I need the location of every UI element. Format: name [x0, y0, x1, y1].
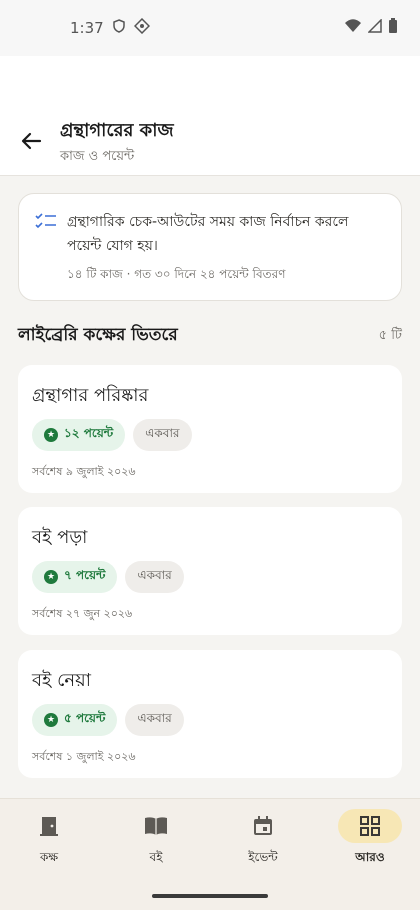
- frequency-chip: একবার: [125, 704, 184, 736]
- arrow-back-icon: [21, 132, 42, 150]
- checklist-icon: [35, 212, 57, 234]
- task-card[interactable]: বই নেয়া ★ ৫ পয়েন্ট একবার সর্বশেষ ১ জুল…: [18, 650, 402, 778]
- section-count: ৫ টি: [378, 328, 402, 343]
- door-icon: [40, 817, 58, 836]
- diamond-icon: [133, 17, 150, 38]
- frequency-chip: একবার: [133, 419, 192, 451]
- signal-icon: [367, 18, 382, 37]
- nav-label: কক্ষ: [39, 850, 59, 864]
- task-title: বই নেয়া: [32, 670, 91, 691]
- info-meta: ১৪ টি কাজ · গত ৩০ দিনে ২৪ পয়েন্ট বিতরণ: [67, 267, 286, 281]
- info-card: গ্রন্থাগারিক চেক-আউটের সময় কাজ নির্বাচন…: [18, 193, 402, 301]
- star-icon: ★: [44, 428, 58, 442]
- back-button[interactable]: [14, 124, 48, 158]
- nav-item-rooms[interactable]: কক্ষ: [6, 809, 92, 873]
- star-icon: ★: [44, 570, 58, 584]
- page-title: গ্রন্থাগারের কাজ: [60, 120, 174, 141]
- points-chip: ★ ৫ পয়েন্ট: [32, 704, 118, 736]
- task-title: গ্রন্থাগার পরিষ্কার: [32, 385, 149, 406]
- last-done-date: সর্বশেষ ৯ জুলাই ২০২৬: [32, 465, 136, 478]
- points-label: ১২ পয়েন্ট: [64, 426, 114, 440]
- task-card[interactable]: বই পড়া ★ ৭ পয়েন্ট একবার সর্বশেষ ২৭ জুন…: [18, 507, 402, 635]
- shield-icon: [112, 19, 126, 37]
- calendar-icon: [254, 816, 272, 835]
- app-header: গ্রন্থাগারের কাজ কাজ ও পয়েন্ট: [0, 56, 420, 176]
- book-icon: [145, 817, 167, 835]
- section-title: লাইব্রেরি কক্ষের ভিতরে: [18, 325, 178, 345]
- wifi-icon: [344, 19, 362, 37]
- points-chip: ★ ৭ পয়েন্ট: [32, 561, 118, 593]
- frequency-chip: একবার: [125, 561, 184, 593]
- info-text: গ্রন্থাগারিক চেক-আউটের সময় কাজ নির্বাচন…: [67, 214, 349, 254]
- last-done-date: সর্বশেষ ২৭ জুন ২০২৬: [32, 607, 133, 620]
- status-time: 1:37: [70, 19, 104, 37]
- star-icon: ★: [44, 713, 58, 727]
- grid-icon: [360, 816, 380, 836]
- battery-icon: [388, 18, 398, 38]
- nav-label: বই: [149, 850, 163, 864]
- points-chip: ★ ১২ পয়েন্ট: [32, 419, 126, 451]
- nav-item-books[interactable]: বই: [113, 809, 199, 873]
- nav-label: ইভেন্ট: [248, 850, 278, 864]
- task-card[interactable]: গ্রন্থাগার পরিষ্কার ★ ১২ পয়েন্ট একবার স…: [18, 365, 402, 493]
- task-title: বই পড়া: [32, 527, 88, 548]
- points-label: ৫ পয়েন্ট: [64, 711, 106, 725]
- home-indicator[interactable]: [152, 894, 268, 898]
- nav-item-more[interactable]: আরও: [327, 809, 413, 873]
- nav-label: আরও: [355, 850, 385, 864]
- page-subtitle: কাজ ও পয়েন্ট: [60, 149, 135, 164]
- nav-item-events[interactable]: ইভেন্ট: [220, 809, 306, 873]
- last-done-date: সর্বশেষ ১ জুলাই ২০২৬: [32, 750, 136, 763]
- status-bar: 1:37: [0, 0, 420, 56]
- points-label: ৭ পয়েন্ট: [64, 568, 106, 582]
